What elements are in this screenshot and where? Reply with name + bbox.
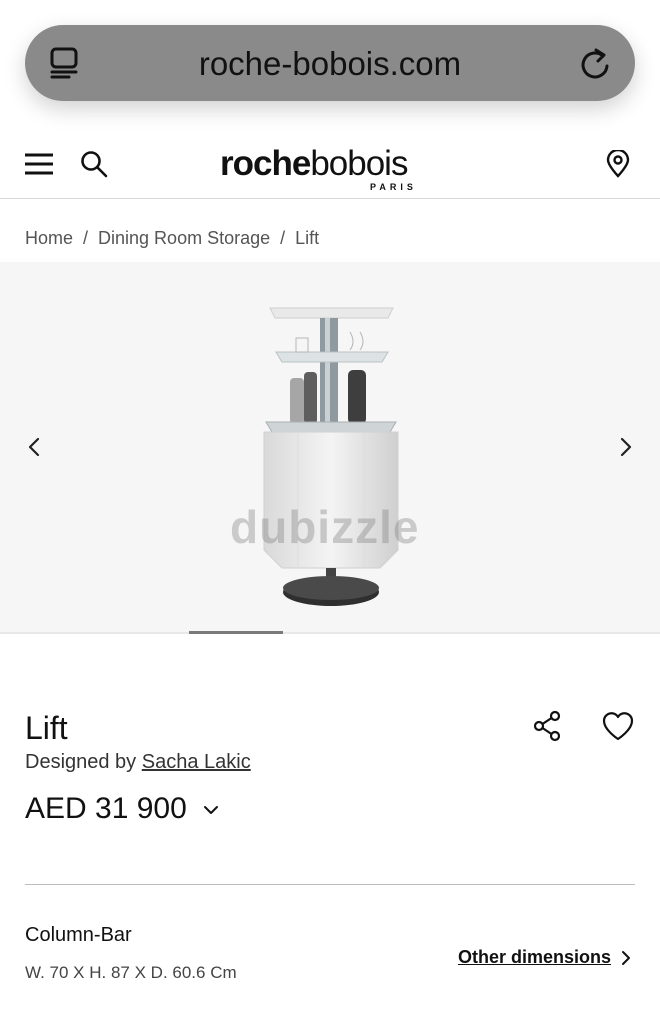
designer-line: Designed by Sacha Lakic [25,751,251,774]
url-text[interactable]: roche-bobois.com [25,45,635,83]
breadcrumb-current[interactable]: Lift [295,228,319,248]
product-price: AED 31 900 [25,792,187,825]
product-image [263,307,399,606]
watermark-text: dubizzle [230,501,420,553]
breadcrumb: Home / Dining Room Storage / Lift [25,228,319,249]
product-title: Lift [25,710,68,746]
logo-sub: PARIS [370,182,417,192]
hamburger-menu-icon[interactable] [24,152,54,176]
reload-icon[interactable] [577,44,613,82]
designer-link[interactable]: Sacha Lakic [142,751,251,773]
share-icon[interactable] [532,710,562,742]
chevron-left-icon[interactable] [20,432,50,462]
map-pin-icon[interactable] [605,150,631,178]
breadcrumb-category[interactable]: Dining Room Storage [98,228,270,248]
gallery-progress-indicator [189,631,283,634]
divider [25,884,635,885]
site-logo[interactable]: rochebobois PARIS [220,144,440,192]
heart-icon[interactable] [601,710,635,742]
chevron-right-icon[interactable] [610,432,640,462]
breadcrumb-home[interactable]: Home [25,228,73,248]
gallery-progress-track [0,632,660,634]
other-dimensions-link[interactable]: Other dimensions [458,947,611,968]
site-header: rochebobois PARIS [0,130,660,199]
logo-light: bobois [310,144,408,183]
breadcrumb-separator: / [280,228,286,248]
chevron-down-icon[interactable] [203,803,219,817]
search-icon[interactable] [80,150,108,178]
designer-prefix: Designed by [25,751,137,773]
product-gallery[interactable]: dubizzle [0,262,660,632]
logo-bold: roche [220,144,311,183]
address-bar[interactable]: roche-bobois.com [25,25,635,101]
breadcrumb-separator: / [83,228,89,248]
chevron-right-icon[interactable] [620,950,632,966]
variant-name: Column-Bar [25,924,132,946]
browser-chrome: roche-bobois.com [0,0,660,130]
product-dimensions: W. 70 X H. 87 X D. 60.6 Cm [25,963,237,982]
